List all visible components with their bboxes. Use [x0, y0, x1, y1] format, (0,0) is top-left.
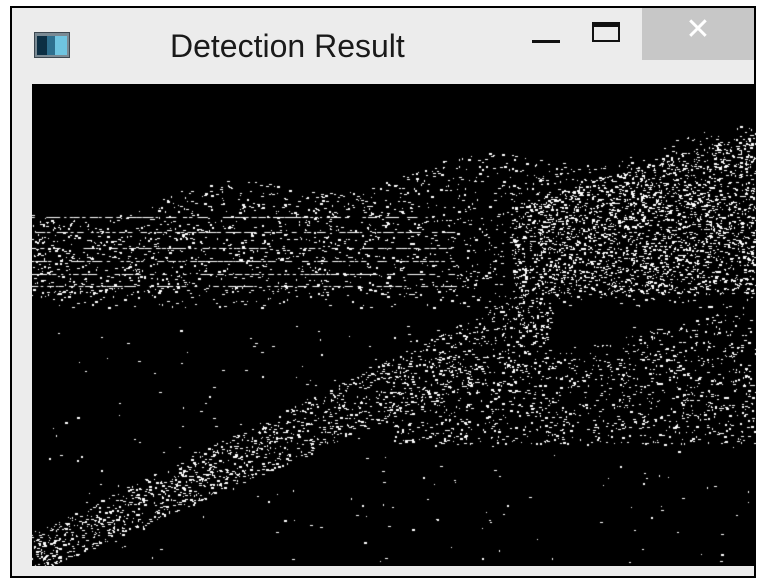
detection-result-image — [32, 84, 756, 566]
edge-detection-output-image — [32, 84, 756, 566]
window-app-icon[interactable] — [34, 32, 70, 58]
close-button[interactable]: ✕ — [642, 8, 754, 60]
minimize-icon — [532, 40, 560, 43]
maximize-button[interactable] — [578, 8, 640, 60]
minimize-button[interactable] — [516, 8, 574, 60]
window-title: Detection Result — [170, 28, 405, 64]
title-bar[interactable]: Detection Result ✕ — [12, 8, 754, 80]
detection-result-window: Detection Result ✕ — [10, 6, 756, 578]
maximize-icon — [592, 22, 620, 42]
close-icon: ✕ — [685, 12, 711, 47]
